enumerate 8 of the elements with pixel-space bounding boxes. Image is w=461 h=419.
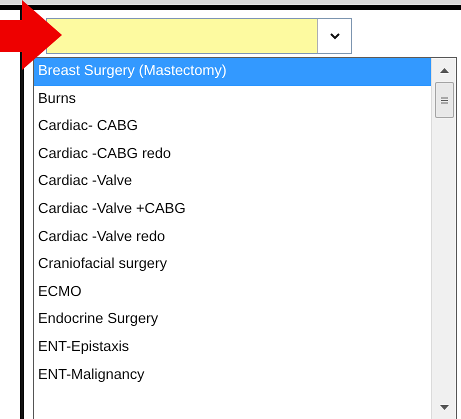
combo-input[interactable]	[47, 19, 317, 53]
scrollbar[interactable]	[431, 58, 456, 419]
triangle-down-icon	[440, 404, 448, 410]
grip-icon	[440, 96, 448, 104]
scroll-thumb[interactable]	[434, 82, 454, 118]
chevron-down-icon	[330, 32, 340, 40]
dropdown-field[interactable]	[46, 18, 352, 54]
triangle-up-icon	[440, 68, 448, 72]
